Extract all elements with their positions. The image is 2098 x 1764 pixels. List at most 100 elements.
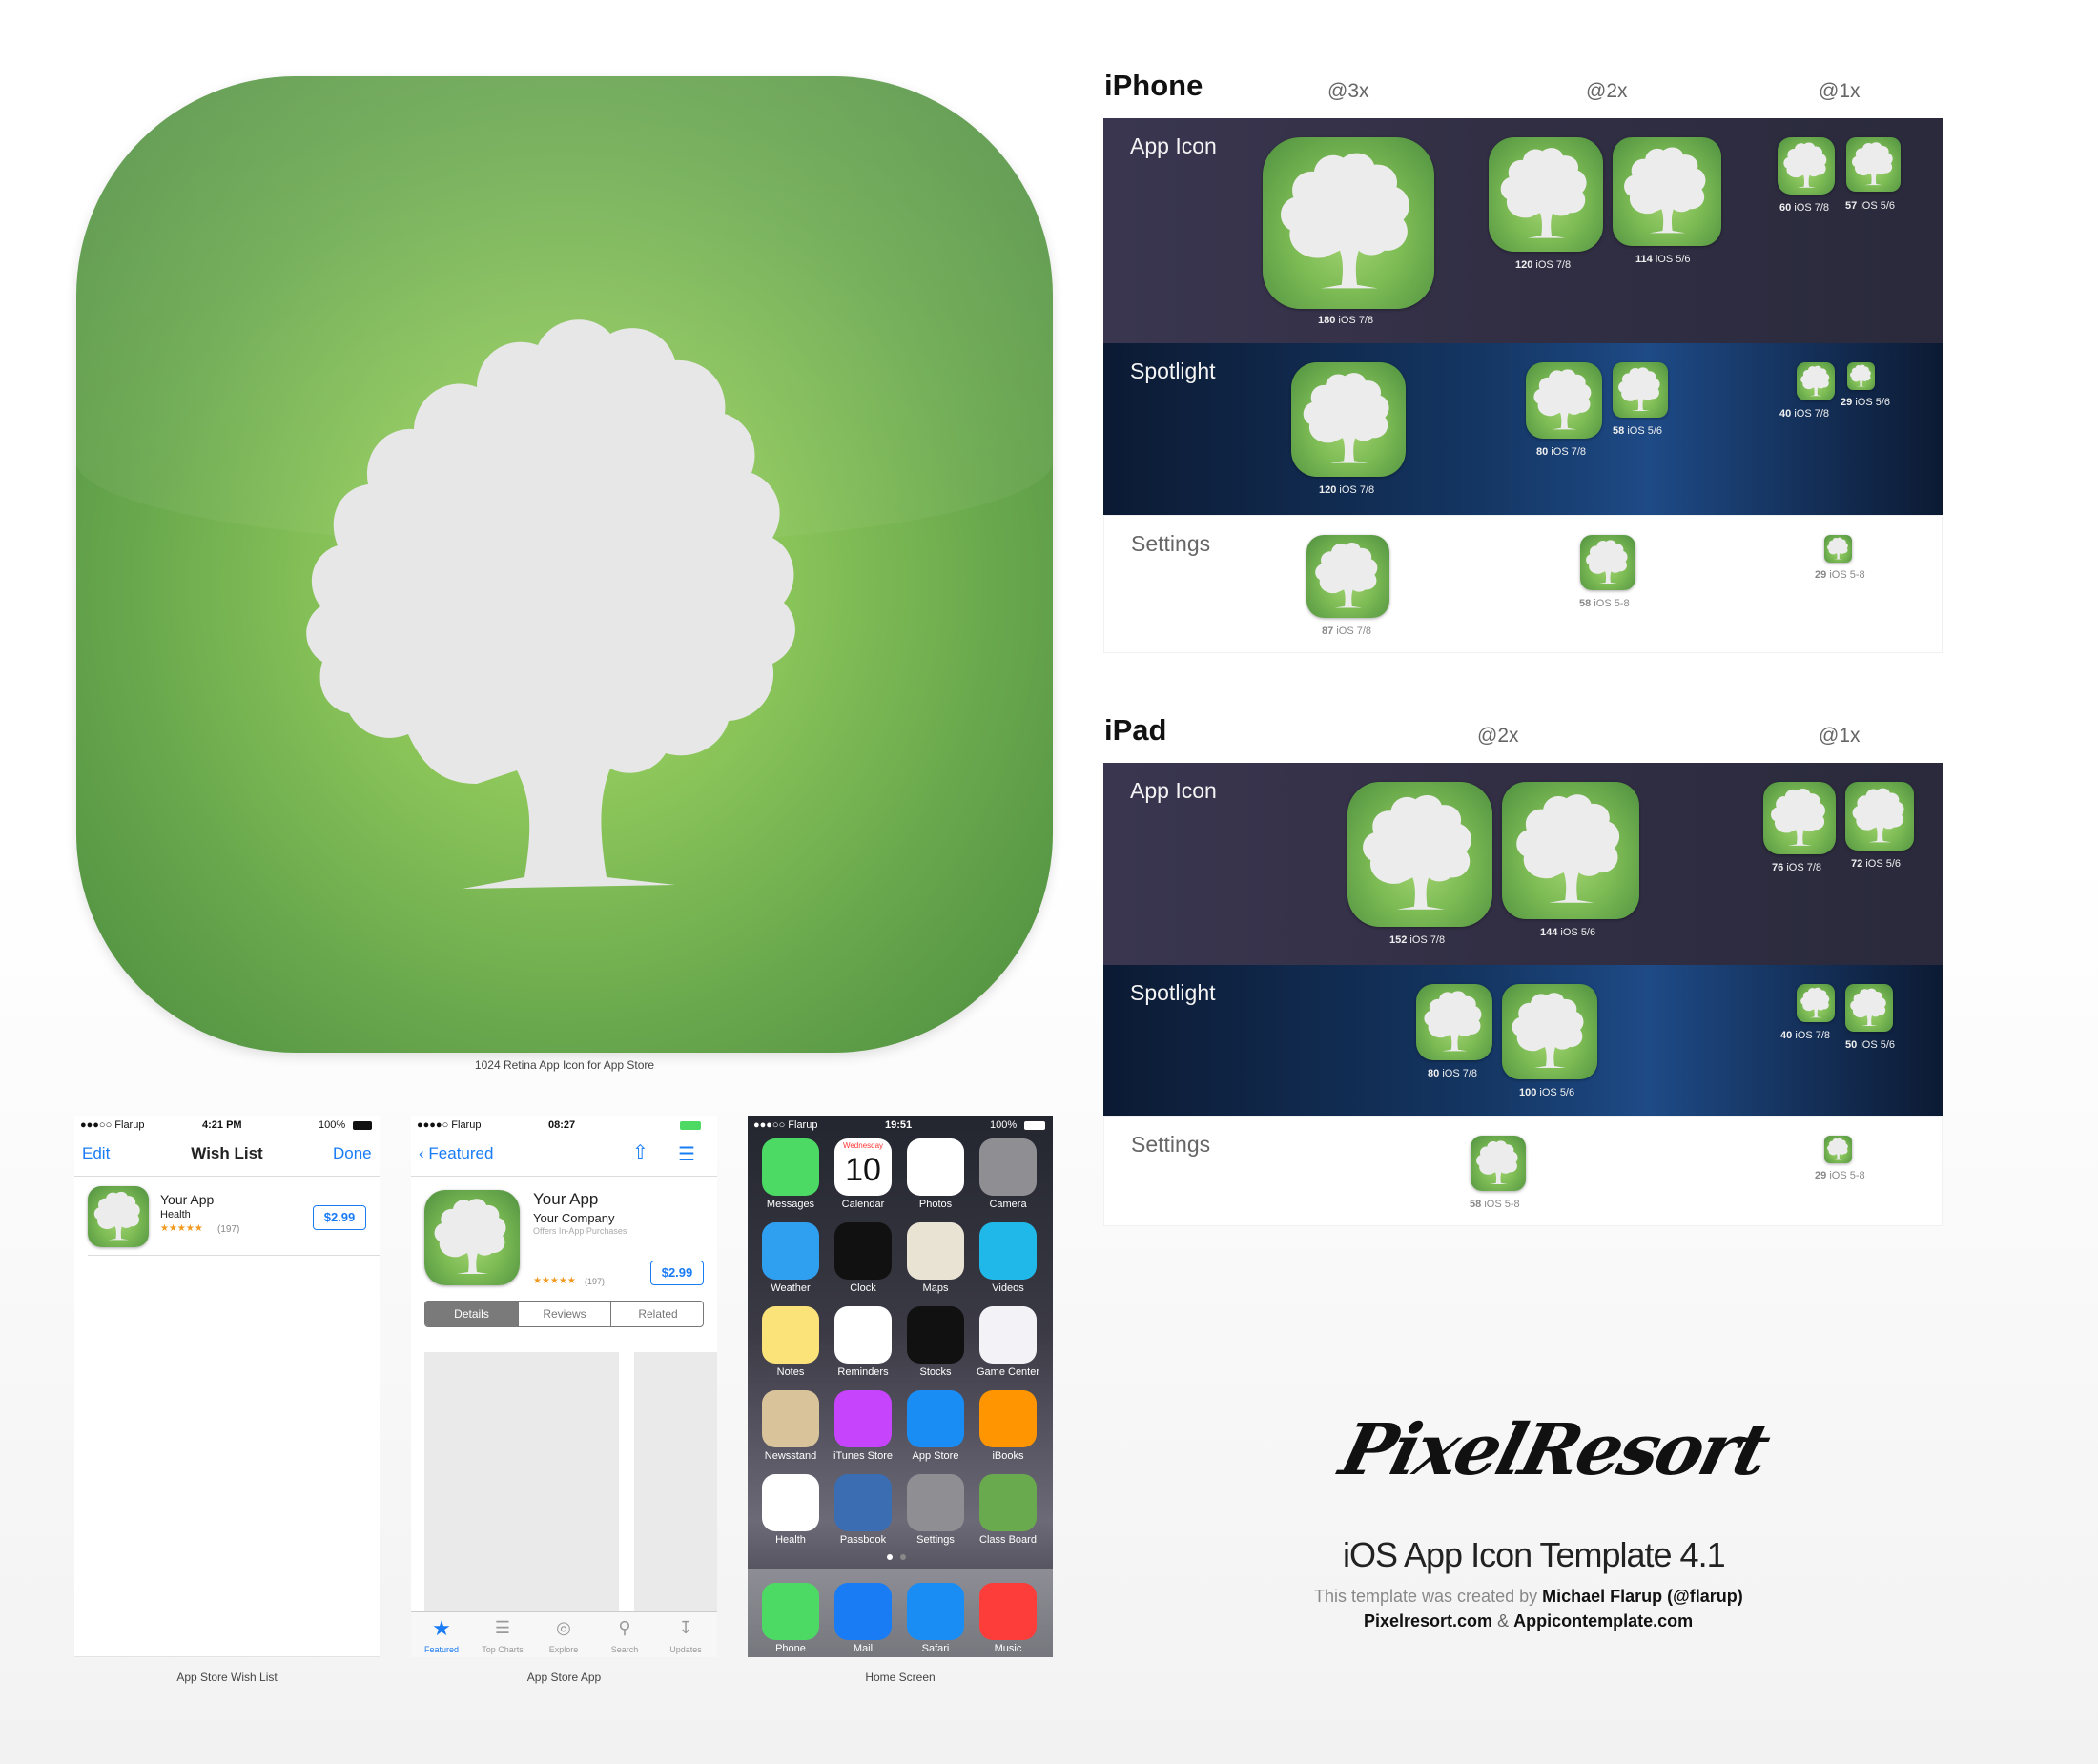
battery-text: 100%	[319, 1119, 346, 1131]
segment-reviews[interactable]: Reviews	[518, 1302, 610, 1326]
tab-featured[interactable]: Featured	[411, 1645, 472, 1654]
pixelresort-link[interactable]: Pixelresort.com	[1364, 1611, 1492, 1631]
tree-icon	[1489, 137, 1603, 252]
videos-icon[interactable]	[979, 1222, 1037, 1280]
phone-icon[interactable]	[762, 1583, 819, 1640]
iphone-scale-3x: @3x	[1327, 80, 1369, 102]
stocks-icon[interactable]	[907, 1306, 964, 1364]
newsstand-icon[interactable]	[762, 1390, 819, 1447]
app-label-maps: Maps	[922, 1282, 949, 1294]
tab-top-charts[interactable]: Top Charts	[472, 1645, 533, 1654]
row-label: Settings	[1131, 1132, 1211, 1157]
icon-144-label: 144 iOS 5/6	[1540, 927, 1596, 938]
app-name: Your App	[160, 1192, 215, 1207]
icon-29-settings-label: 29 iOS 5-8	[1815, 569, 1865, 581]
clock-icon[interactable]	[834, 1222, 892, 1280]
icon-58-ipad-settings-label: 58 iOS 5-8	[1470, 1199, 1520, 1210]
icon-58-settings-label: 58 iOS 5-8	[1579, 598, 1630, 609]
app-label-stocks: Stocks	[919, 1366, 952, 1378]
ibooks-icon[interactable]	[979, 1390, 1037, 1447]
icon-80-label: 80 iOS 7/8	[1536, 446, 1586, 458]
share-icon[interactable]: ⇧	[632, 1140, 648, 1164]
dock-label-music: Music	[994, 1643, 1022, 1654]
price-button[interactable]: $2.99	[313, 1205, 366, 1230]
game-center-icon[interactable]	[979, 1306, 1037, 1364]
tree-icon	[1763, 782, 1836, 854]
tab-explore[interactable]: Explore	[533, 1645, 594, 1654]
dock: Phone Mail Safari Music	[748, 1569, 1053, 1657]
icon-72	[1845, 782, 1914, 851]
back-button[interactable]: ‹ Featured	[419, 1144, 493, 1163]
ipad-settings-row: Settings 58 iOS 5-8 29 iOS 5-8	[1103, 1116, 1943, 1226]
itunes-store-icon[interactable]	[834, 1390, 892, 1447]
weather-icon[interactable]	[762, 1222, 819, 1280]
app-label-videos: Videos	[992, 1282, 1024, 1294]
messages-icon[interactable]	[762, 1138, 819, 1196]
segment-related[interactable]: Related	[610, 1302, 703, 1326]
segmented-control: Details Reviews Related	[424, 1301, 704, 1327]
icon-50-label: 50 iOS 5/6	[1845, 1039, 1895, 1051]
class-board-icon[interactable]	[979, 1474, 1037, 1531]
health-icon[interactable]	[762, 1474, 819, 1531]
tree-icon	[1613, 137, 1721, 246]
template-title: iOS App Icon Template 4.1	[1343, 1535, 1726, 1574]
icon-80-ipad	[1416, 984, 1492, 1060]
notes-icon[interactable]	[762, 1306, 819, 1364]
ampersand: &	[1497, 1611, 1510, 1631]
iphone-scale-2x: @2x	[1586, 80, 1628, 102]
icon-40-ipad-label: 40 iOS 7/8	[1780, 1030, 1830, 1041]
updates-icon: ↧	[678, 1618, 693, 1637]
icon-29-ipad-settings-label: 29 iOS 5-8	[1815, 1170, 1865, 1181]
icon-144	[1502, 782, 1639, 919]
big-icon-caption: 1024 Retina App Icon for App Store	[474, 1058, 655, 1072]
music-icon[interactable]	[979, 1583, 1037, 1640]
page-dot-active	[887, 1554, 893, 1560]
price-button[interactable]: $2.99	[650, 1261, 704, 1285]
maps-icon[interactable]	[907, 1222, 964, 1280]
safari-icon[interactable]	[907, 1583, 964, 1640]
app-label-weather: Weather	[771, 1282, 811, 1294]
tab-updates[interactable]: Updates	[655, 1645, 716, 1654]
tree-icon	[88, 1186, 149, 1247]
appicontemplate-link[interactable]: Appicontemplate.com	[1513, 1611, 1693, 1631]
row-label: App Icon	[1130, 778, 1217, 803]
app-name: Your App	[533, 1190, 599, 1208]
screenshot-placeholder	[634, 1352, 717, 1621]
tab-search[interactable]: Search	[594, 1645, 655, 1654]
list-icon[interactable]: ☰	[678, 1142, 695, 1166]
battery-icon	[353, 1121, 372, 1130]
app-store-icon-1024	[76, 76, 1053, 1053]
company-link[interactable]: Your Company	[533, 1211, 615, 1225]
carrier-text: ●●●○○ Flarup	[753, 1119, 818, 1131]
passbook-icon[interactable]	[834, 1474, 892, 1531]
segment-details[interactable]: Details	[425, 1302, 518, 1326]
icon-40	[1797, 362, 1835, 400]
row-label: App Icon	[1130, 133, 1217, 158]
star-icon: ★	[432, 1616, 451, 1640]
mail-icon[interactable]	[834, 1583, 892, 1640]
done-button[interactable]: Done	[333, 1144, 372, 1163]
icon-58-ipad-settings	[1471, 1136, 1526, 1191]
icon-120	[1489, 137, 1603, 252]
app-label-notes: Notes	[776, 1366, 805, 1378]
screenshot-placeholder	[424, 1352, 619, 1621]
tree-icon	[1502, 984, 1597, 1079]
calendar-icon[interactable]: Wednesday 10	[834, 1138, 892, 1196]
photos-icon[interactable]	[907, 1138, 964, 1196]
icon-57-label: 57 iOS 5/6	[1845, 200, 1895, 212]
ipad-section-title: iPad	[1104, 713, 1167, 747]
tree-icon	[1797, 984, 1835, 1022]
top-charts-icon: ☰	[494, 1618, 511, 1637]
camera-icon[interactable]	[979, 1138, 1037, 1196]
wishlist-item[interactable]: Your App Health ★★★★★ (197) $2.99	[74, 1177, 380, 1255]
app-label-photos: Photos	[918, 1199, 953, 1210]
app-label-health: Health	[775, 1534, 806, 1546]
tree-icon	[1824, 1136, 1852, 1163]
tree-icon	[1347, 782, 1492, 927]
settings-icon[interactable]	[907, 1474, 964, 1531]
reminders-icon[interactable]	[834, 1306, 892, 1364]
iphone-settings-row: Settings 87 iOS 7/8 58 iOS 5-8 29 iOS 5-…	[1103, 515, 1943, 653]
row-label: Spotlight	[1130, 359, 1216, 383]
app-store-icon[interactable]	[907, 1390, 964, 1447]
battery-text: 100%	[990, 1119, 1018, 1131]
